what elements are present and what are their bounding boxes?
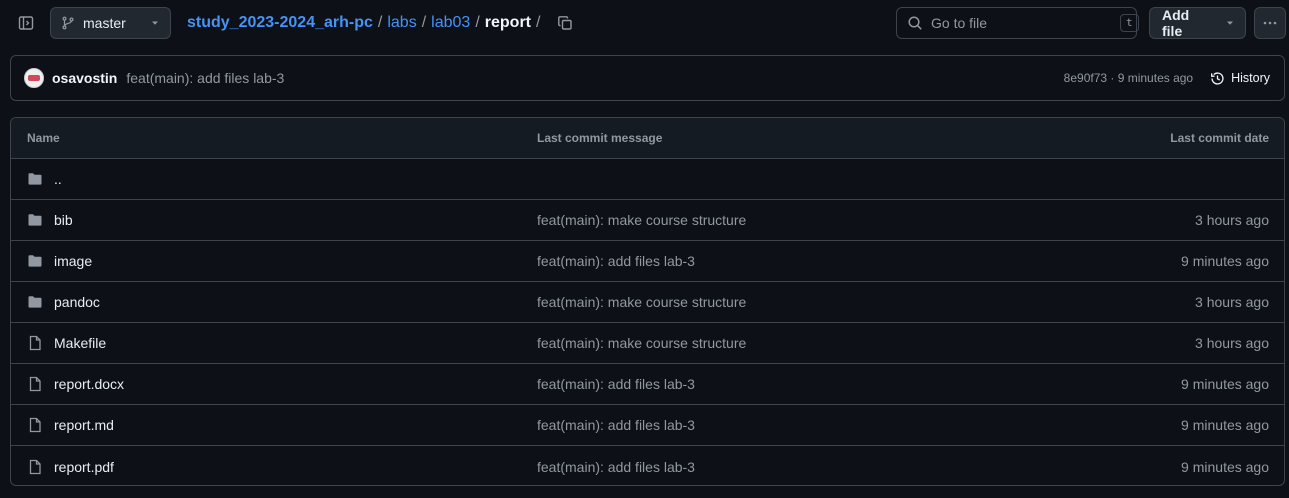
table-row[interactable]: bib feat(main): make course structure 3 ho…: [11, 200, 1284, 241]
file-name-link[interactable]: pandoc: [54, 294, 100, 310]
table-row[interactable]: pandoc feat(main): make course structure 3…: [11, 282, 1284, 323]
table-row-parent[interactable]: ..: [11, 159, 1284, 200]
file-name-link[interactable]: report.docx: [54, 376, 124, 392]
commit-date: 3 hours ago: [1195, 335, 1269, 351]
folder-icon: [27, 171, 43, 187]
breadcrumb-separator: /: [536, 14, 541, 31]
copy-icon: [557, 15, 573, 31]
search-icon: [907, 15, 923, 31]
table-row[interactable]: report.pdf feat(main): add files lab-3 9 m…: [11, 446, 1284, 485]
copy-path-button[interactable]: [557, 15, 573, 31]
breadcrumb-separator: /: [421, 14, 427, 31]
breadcrumb-repo-link[interactable]: study_2023-2024_arh-pc: [187, 14, 373, 32]
commit-message-link[interactable]: feat(main): add files lab-3: [537, 459, 1084, 475]
commit-message-link[interactable]: feat(main): add files lab-3: [537, 253, 1084, 269]
file-name-link[interactable]: Makefile: [54, 335, 106, 351]
sidebar-toggle-button[interactable]: [10, 8, 42, 38]
file-icon: [27, 376, 43, 392]
table-row[interactable]: report.docx feat(main): add files lab-3 9 …: [11, 364, 1284, 405]
sidebar-expand-icon: [18, 15, 34, 31]
commit-author-link[interactable]: osavostin: [52, 70, 117, 86]
history-label: History: [1231, 71, 1270, 85]
column-header-date: Last commit date: [1170, 131, 1269, 145]
latest-commit-bar: osavostin feat(main): add files lab-3 8e…: [10, 55, 1285, 101]
commit-date: 3 hours ago: [1195, 212, 1269, 228]
avatar[interactable]: [24, 68, 44, 88]
file-name-link[interactable]: image: [54, 253, 92, 269]
breadcrumb-link-labs[interactable]: labs: [387, 14, 416, 32]
file-name-link[interactable]: report.pdf: [54, 459, 114, 475]
folder-icon: [27, 253, 43, 269]
commit-message-link[interactable]: feat(main): add files lab-3: [537, 376, 1084, 392]
add-file-button[interactable]: Add file: [1149, 7, 1246, 39]
history-button[interactable]: History: [1210, 71, 1270, 86]
add-file-label: Add file: [1162, 7, 1190, 39]
column-header-message: Last commit message: [537, 131, 663, 145]
file-name-link[interactable]: bib: [54, 212, 73, 228]
commit-message-link[interactable]: feat(main): make course structure: [537, 335, 1084, 351]
commit-meta[interactable]: 8e90f73 · 9 minutes ago: [1064, 71, 1193, 85]
commit-date: 9 minutes ago: [1181, 253, 1269, 269]
history-icon: [1210, 71, 1225, 86]
commit-message-link[interactable]: feat(main): make course structure: [537, 294, 1084, 310]
commit-message-link[interactable]: feat(main): add files lab-3: [537, 417, 1084, 433]
repo-header: master study_2023-2024_arh-pc / labs / l…: [0, 0, 1289, 46]
commit-date: 9 minutes ago: [1181, 417, 1269, 433]
go-to-file-search[interactable]: t: [896, 7, 1139, 39]
branch-name: master: [83, 15, 126, 31]
table-row[interactable]: report.md feat(main): add files lab-3 9 mi…: [11, 405, 1284, 446]
column-header-name: Name: [27, 131, 60, 145]
branch-selector-button[interactable]: master: [50, 7, 171, 39]
commit-message-link[interactable]: feat(main): make course structure: [537, 212, 1084, 228]
parent-directory-link[interactable]: ..: [54, 171, 62, 187]
commit-date: 3 hours ago: [1195, 294, 1269, 310]
search-shortcut-key: t: [1120, 14, 1139, 32]
commit-message-link[interactable]: feat(main): add files lab-3: [126, 70, 1063, 86]
git-branch-icon: [61, 16, 75, 30]
breadcrumb-current: report: [484, 14, 531, 31]
file-icon: [27, 335, 43, 351]
breadcrumb-link-lab03[interactable]: lab03: [431, 14, 470, 32]
commit-date: 9 minutes ago: [1181, 458, 1269, 475]
breadcrumb-separator: /: [377, 14, 383, 31]
table-row[interactable]: Makefile feat(main): make course structur…: [11, 323, 1284, 364]
commit-date: 9 minutes ago: [1181, 376, 1269, 392]
table-header: Name Last commit message Last commit dat…: [11, 118, 1284, 159]
kebab-horizontal-icon: [1262, 15, 1278, 31]
table-row[interactable]: image feat(main): add files lab-3 9 minute…: [11, 241, 1284, 282]
file-name-link[interactable]: report.md: [54, 417, 114, 433]
breadcrumb: study_2023-2024_arh-pc / labs / lab03 / …: [187, 12, 573, 34]
triangle-down-icon: [150, 18, 160, 28]
more-options-button[interactable]: [1254, 7, 1286, 39]
file-icon: [27, 459, 43, 475]
file-icon: [27, 417, 43, 433]
folder-icon: [27, 294, 43, 310]
file-table: Name Last commit message Last commit dat…: [10, 117, 1285, 486]
search-input[interactable]: [931, 15, 1112, 31]
triangle-down-icon: [1225, 18, 1235, 28]
folder-icon: [27, 212, 43, 228]
breadcrumb-separator: /: [475, 14, 480, 31]
